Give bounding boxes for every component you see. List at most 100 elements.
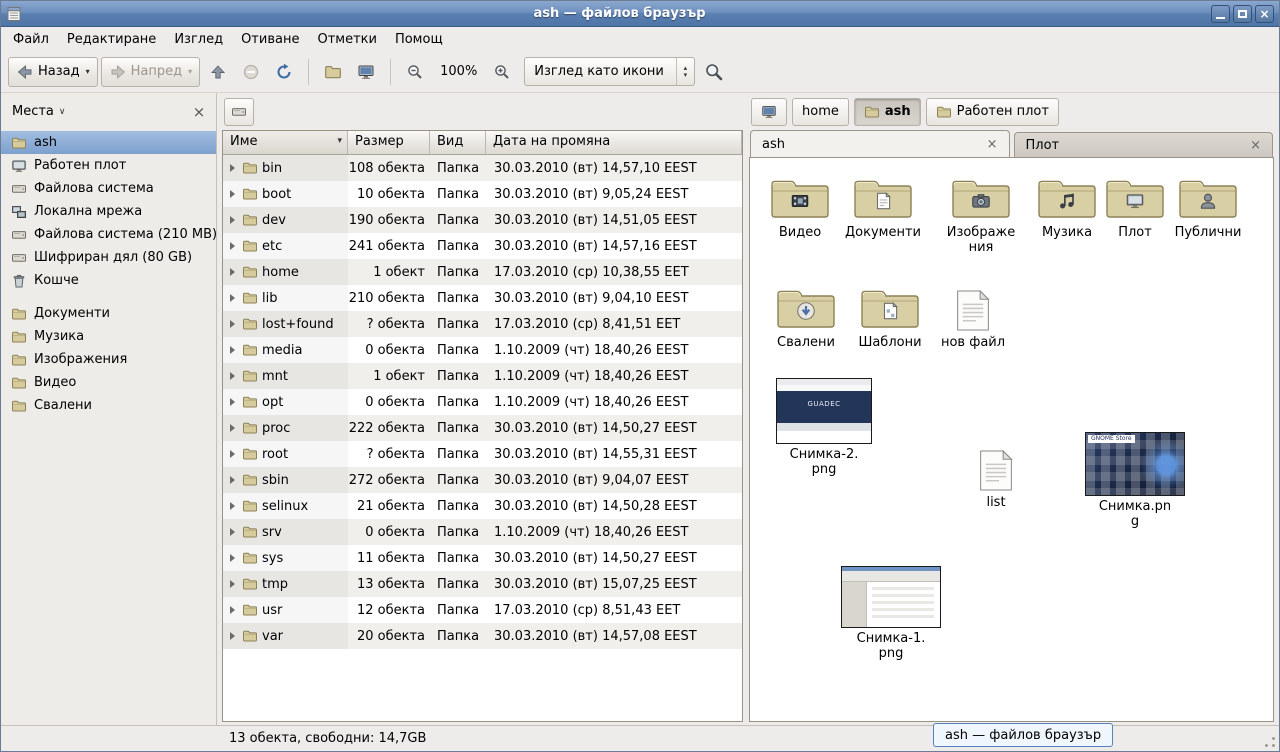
close-button[interactable]: × [1255,5,1274,23]
sidebar-item[interactable]: Музика [1,325,216,348]
file-item[interactable]: нов файл [931,286,1015,350]
sidebar-item[interactable]: Документи [1,302,216,325]
tree-row[interactable]: root ? обекта Папка 30.03.2010 (вт) 14,5… [223,441,742,467]
tree-row[interactable]: lib 210 обекта Папка 30.03.2010 (вт) 9,0… [223,285,742,311]
resize-grip-icon[interactable] [1263,735,1276,748]
tree-row[interactable]: dev 190 обекта Папка 30.03.2010 (вт) 14,… [223,207,742,233]
expander-icon[interactable] [230,476,235,484]
icon-view[interactable]: ВидеоДокументиИзображенияМузикаПлотПубли… [749,157,1274,722]
image-item[interactable]: GNOME StoreСнимка.png [1080,432,1190,530]
back-history-dropdown-icon[interactable]: ▾ [86,67,90,76]
menu-item[interactable]: Помощ [386,27,452,51]
tab-close-icon[interactable]: × [987,137,998,152]
home-button[interactable] [318,57,348,87]
folder-item[interactable]: Публични [1166,174,1250,240]
tree-row[interactable]: var 20 обекта Папка 30.03.2010 (вт) 14,5… [223,623,742,649]
tree-row[interactable]: usr 12 обекта Папка 17.03.2010 (ср) 8,51… [223,597,742,623]
computer-button[interactable] [351,57,381,87]
sidebar-item[interactable]: Свалени [1,394,216,417]
expander-icon[interactable] [230,450,235,458]
tree-row[interactable]: proc 222 обекта Папка 30.03.2010 (вт) 14… [223,415,742,441]
view-mode-spinner-icon[interactable]: ▴ ▾ [676,58,694,85]
tree-row[interactable]: selinux 21 обекта Папка 30.03.2010 (вт) … [223,493,742,519]
sidebar-item[interactable]: Файлова система [1,177,216,200]
reload-button[interactable] [269,57,299,87]
pathbar-button[interactable]: ash [854,98,921,126]
menu-item[interactable]: Отметки [308,27,385,51]
expander-icon[interactable] [230,606,235,614]
zoom-out-button[interactable] [400,57,430,87]
expander-icon[interactable] [230,502,235,510]
expander-icon[interactable] [230,294,235,302]
tree-row[interactable]: etc 241 обекта Папка 30.03.2010 (вт) 14,… [223,233,742,259]
sidebar-item[interactable]: Видео [1,371,216,394]
expander-icon[interactable] [230,372,235,380]
expander-icon[interactable] [230,528,235,536]
tree-row[interactable]: tmp 13 обекта Папка 30.03.2010 (вт) 15,0… [223,571,742,597]
menu-item[interactable]: Файл [4,27,58,51]
folder-item[interactable]: Свалени [764,284,848,350]
sidebar-title[interactable]: Места [12,104,54,119]
sidebar-item[interactable]: Кошче [1,269,216,292]
tree-row[interactable]: home 1 обект Папка 17.03.2010 (ср) 10,38… [223,259,742,285]
sidebar-close-icon[interactable]: × [190,103,208,121]
expander-icon[interactable] [230,268,235,276]
filesystem-root-button[interactable] [224,98,254,126]
tree-row[interactable]: sys 11 обекта Папка 30.03.2010 (вт) 14,5… [223,545,742,571]
expander-icon[interactable] [230,346,235,354]
tab-close-icon[interactable]: × [1250,138,1261,153]
expander-icon[interactable] [230,164,235,172]
tree-row[interactable]: boot 10 обекта Папка 30.03.2010 (вт) 9,0… [223,181,742,207]
menu-item[interactable]: Отиване [232,27,308,51]
expander-icon[interactable] [230,398,235,406]
expander-icon[interactable] [230,580,235,588]
pathbar-button[interactable]: home [792,98,849,126]
expander-icon[interactable] [230,554,235,562]
pathbar-button[interactable] [751,98,787,126]
maximize-button[interactable] [1233,5,1252,23]
forward-history-dropdown-icon[interactable]: ▾ [188,67,192,76]
tree-row[interactable]: lost+found ? обекта Папка 17.03.2010 (ср… [223,311,742,337]
column-header-name[interactable]: Име ▾ [223,131,348,155]
up-button[interactable] [203,57,233,87]
expander-icon[interactable] [230,216,235,224]
titlebar[interactable]: ash — файлов браузър × [1,1,1279,27]
zoom-in-button[interactable] [487,57,517,87]
sidebar-item[interactable]: Работен плот [1,154,216,177]
sidebar-item[interactable]: Изображения [1,348,216,371]
back-button[interactable]: Назад ▾ [8,57,98,87]
folder-item[interactable]: Изображения [939,174,1023,256]
expander-icon[interactable] [230,242,235,250]
tree-row[interactable]: opt 0 обекта Папка 1.10.2009 (чт) 18,40,… [223,389,742,415]
folder-item[interactable]: Шаблони [848,284,932,350]
column-header-type[interactable]: Вид [430,131,486,155]
tree-row[interactable]: media 0 обекта Папка 1.10.2009 (чт) 18,4… [223,337,742,363]
forward-button[interactable]: Напред ▾ [101,57,201,87]
expander-icon[interactable] [230,320,235,328]
chevron-down-icon[interactable]: ∨ [59,107,66,117]
search-button[interactable] [698,57,730,87]
folder-item[interactable]: Документи [841,174,925,240]
tab[interactable]: Плот × [1014,132,1274,157]
tree-row[interactable]: srv 0 обекта Папка 1.10.2009 (чт) 18,40,… [223,519,742,545]
column-header-date[interactable]: Дата на промяна [486,131,742,155]
tree-row[interactable]: bin 108 обекта Папка 30.03.2010 (вт) 14,… [223,155,742,181]
pathbar-button[interactable]: Работен плот [926,98,1059,126]
sidebar-item[interactable]: Шифриран дял (80 GB) [1,246,216,269]
stop-button[interactable] [236,57,266,87]
tab[interactable]: ash × [750,130,1010,157]
sidebar-item[interactable]: Файлова система (210 MB) [1,223,216,246]
expander-icon[interactable] [230,190,235,198]
file-item[interactable]: list [954,446,1038,510]
image-item[interactable]: GUADECСнимка-2.png [769,378,879,478]
expander-icon[interactable] [230,632,235,640]
tree-row[interactable]: sbin 272 обекта Папка 30.03.2010 (вт) 9,… [223,467,742,493]
sidebar-item[interactable]: ash [1,131,216,154]
image-item[interactable]: Снимка-1.png [836,566,946,662]
menu-item[interactable]: Редактиране [58,27,165,51]
minimize-button[interactable] [1211,5,1230,23]
folder-item[interactable]: Плот [1093,174,1177,240]
folder-item[interactable]: Видео [758,174,842,240]
expander-icon[interactable] [230,424,235,432]
menu-item[interactable]: Изглед [165,27,232,51]
